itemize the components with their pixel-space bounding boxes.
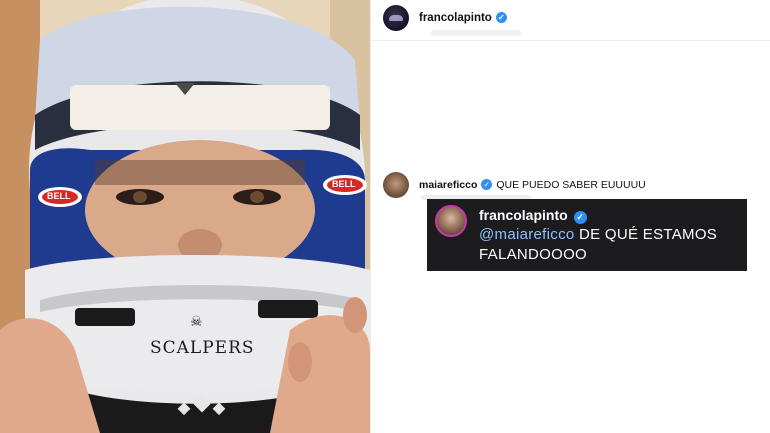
commenter-avatar[interactable] (383, 172, 409, 198)
visor-badge-right: BELL (332, 179, 356, 189)
author-avatar[interactable] (383, 5, 409, 31)
verified-badge-icon: ✓ (481, 179, 493, 190)
post-header: francolapinto ✓ (383, 3, 507, 33)
header-subtext-placeholder (431, 30, 521, 36)
helmet-brand-label: SCALPERS (150, 338, 255, 358)
visor-badge-left: BELL (47, 191, 71, 201)
verified-badge-icon: ✓ (573, 211, 587, 224)
post-photo[interactable]: SCALPERS ☠ BELL BELL (0, 0, 370, 433)
reply-username[interactable]: francolapinto (479, 207, 568, 223)
comment-text: QUE PUEDO SABER EUUUUU (496, 179, 646, 191)
reply-card: francolapinto ✓ @maiareficco DE QUÉ ESTAM… (427, 199, 747, 271)
skull-icon: ☠ (190, 313, 203, 329)
reply-avatar[interactable] (435, 205, 467, 237)
commenter-username[interactable]: maiareficco (419, 179, 477, 191)
helmet-photo-illustration (0, 0, 370, 433)
reply-mention-link[interactable]: @maiareficco (479, 226, 575, 243)
verified-badge-icon: ✓ (495, 12, 507, 23)
header-divider (371, 40, 770, 41)
author-username[interactable]: francolapinto (419, 12, 492, 24)
